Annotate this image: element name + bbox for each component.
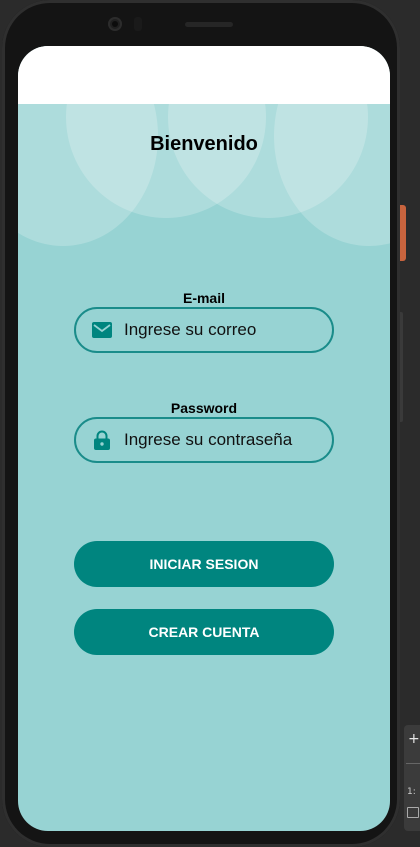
volume-button[interactable] — [400, 312, 403, 422]
email-field[interactable] — [74, 307, 334, 353]
email-input[interactable] — [122, 319, 326, 341]
proximity-sensor — [134, 17, 142, 31]
lock-icon — [92, 430, 112, 450]
front-camera — [108, 17, 122, 31]
password-field[interactable] — [74, 417, 334, 463]
emulator-stage: Bienvenido E-mail Password — [0, 0, 420, 847]
zoom-in-button[interactable]: + — [408, 731, 420, 747]
earpiece-speaker — [185, 22, 233, 27]
status-bar — [18, 46, 390, 104]
password-label: Password — [170, 400, 238, 416]
login-button[interactable]: INICIAR SESION — [74, 541, 334, 587]
password-input[interactable] — [122, 429, 326, 451]
zoom-ratio-button[interactable]: 1: — [407, 787, 416, 797]
power-button[interactable] — [400, 205, 406, 261]
email-label: E-mail — [182, 290, 225, 306]
fit-screen-icon[interactable] — [407, 807, 419, 818]
page-title: Bienvenido — [150, 133, 258, 155]
create-account-button[interactable]: CREAR CUENTA — [74, 609, 334, 655]
emulator-toolbar: + 1: — [404, 725, 420, 831]
mail-icon — [92, 320, 112, 340]
phone-frame: Bienvenido E-mail Password — [2, 0, 400, 847]
app-screen: Bienvenido E-mail Password — [18, 46, 390, 831]
toolbar-divider — [406, 763, 420, 764]
